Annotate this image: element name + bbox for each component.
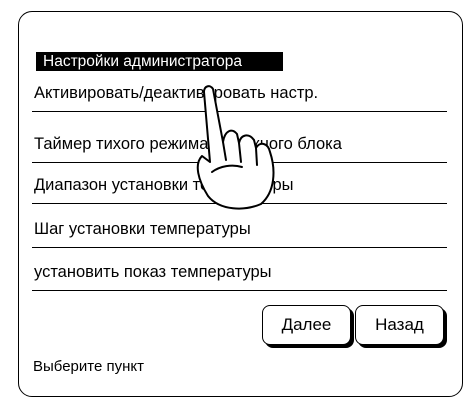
menu-item-label: установить показ температуры — [34, 263, 272, 281]
menu-item-label: Диапазон установки температуры — [34, 176, 294, 194]
page-title: Настройки администратора — [36, 52, 283, 71]
menu-item-toggle-settings[interactable]: Активировать/деактивировать настр. — [32, 75, 447, 112]
status-text: Выберите пункт — [33, 358, 144, 375]
back-button[interactable]: Назад — [355, 305, 444, 345]
menu-item-temp-range[interactable]: Диапазон установки температуры — [32, 167, 447, 204]
next-button[interactable]: Далее — [262, 305, 351, 345]
menu-item-label: Активировать/деактивировать настр. — [34, 84, 319, 102]
menu-item-label: Таймер тихого режима наружного блока — [34, 135, 342, 153]
menu-item-label: Шаг установки температуры — [34, 220, 251, 238]
menu-item-temp-step[interactable]: Шаг установки температуры — [32, 211, 447, 248]
menu-item-temp-display[interactable]: установить показ температуры — [32, 254, 447, 291]
menu-item-quiet-timer[interactable]: Таймер тихого режима наружного блока — [32, 126, 447, 163]
